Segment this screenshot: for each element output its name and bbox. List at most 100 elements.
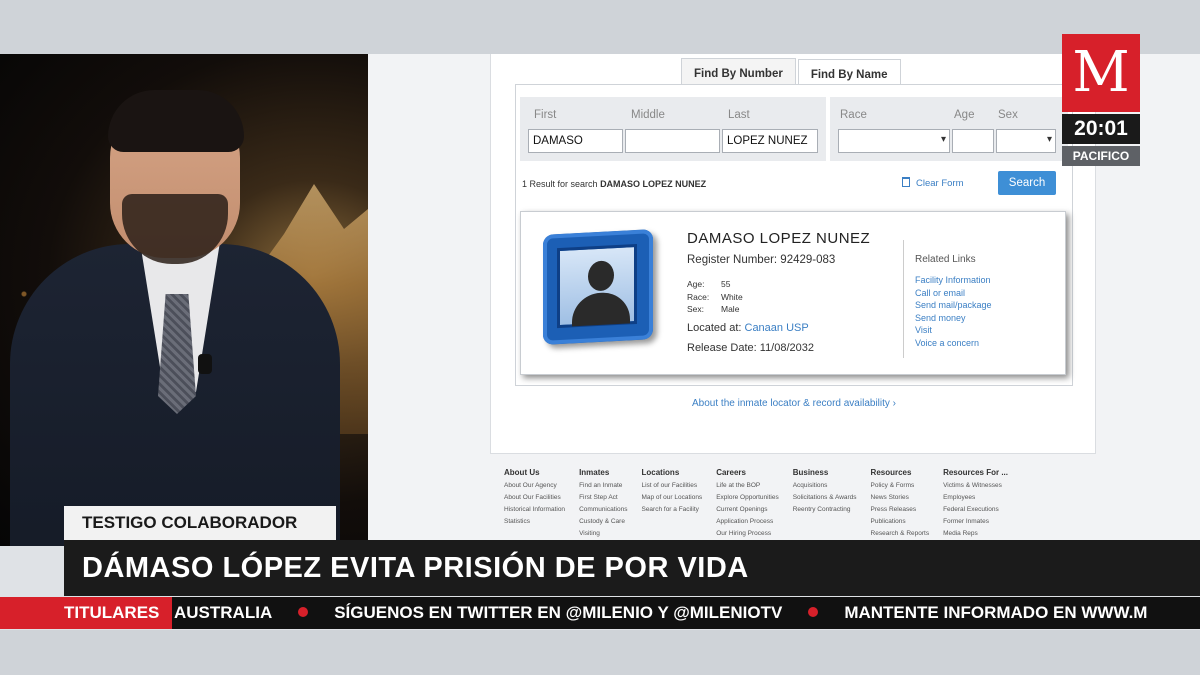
footer-link[interactable]: Communications: [579, 504, 627, 516]
lower-third-label: TESTIGO COLABORADOR: [64, 506, 336, 540]
footer-link[interactable]: Acquisitions: [793, 480, 857, 492]
related-link-visit[interactable]: Visit: [915, 324, 992, 337]
footer-col-locations: Locations List of our Facilities Map of …: [641, 468, 702, 540]
first-label: First: [534, 109, 557, 121]
first-name-input[interactable]: DAMASO: [528, 129, 623, 153]
age-value: 55: [721, 279, 731, 289]
located-label: Located at:: [687, 322, 742, 334]
related-link-send-mail[interactable]: Send mail/package: [915, 299, 992, 312]
footer-link[interactable]: Life at the BOP: [716, 480, 779, 492]
footer-link[interactable]: Federal Executions: [943, 504, 1008, 516]
footer-link[interactable]: Application Process: [716, 516, 779, 528]
sex-label: Sex: [998, 109, 1018, 121]
footer-link[interactable]: News Stories: [871, 492, 930, 504]
sex-select[interactable]: ▾: [996, 129, 1056, 153]
last-label: Last: [728, 109, 750, 121]
footer-link[interactable]: Explore Opportunities: [716, 492, 779, 504]
age-label: Age: [954, 109, 975, 121]
footer-link[interactable]: Policy & Forms: [871, 480, 930, 492]
timezone-label: PACIFICO: [1062, 146, 1140, 166]
facility-link[interactable]: Canaan USP: [745, 322, 809, 334]
footer-heading: Locations: [641, 468, 680, 477]
footer-col-resources-for: Resources For ... Victims & Witnesses Em…: [943, 468, 1008, 540]
bullet-dot-icon: [808, 607, 819, 617]
ticker-label: TITULARES: [0, 597, 172, 629]
footer-link[interactable]: Research & Reports: [871, 528, 930, 540]
footer-link[interactable]: Historical Information: [504, 504, 565, 516]
related-link-call-or-email[interactable]: Call or email: [915, 287, 992, 300]
inmate-details: Age: 55 Race: White Sex: Male: [687, 278, 743, 316]
footer-link[interactable]: Employees: [943, 492, 1008, 504]
footer-link[interactable]: Visiting: [579, 528, 627, 540]
footer-link[interactable]: Search for a Facility: [641, 504, 702, 516]
ticker-item: MANTENTE INFORMADO EN WWW.M: [844, 603, 1148, 622]
search-button[interactable]: Search: [998, 171, 1056, 195]
footer-link[interactable]: Publications: [871, 516, 930, 528]
footer-col-business: Business Acquisitions Solicitations & Aw…: [793, 468, 857, 540]
footer-link[interactable]: List of our Facilities: [641, 480, 702, 492]
name-fields: First Middle Last DAMASO LOPEZ NUNEZ: [520, 97, 826, 161]
search-form: First Middle Last DAMASO LOPEZ NUNEZ Rac…: [515, 84, 1073, 386]
inmate-name: DAMASO LOPEZ NUNEZ: [687, 230, 871, 247]
bottom-band: [0, 630, 1200, 675]
footer-link[interactable]: Media Reps: [943, 528, 1008, 540]
milenio-logo: M: [1062, 34, 1140, 112]
footer-link[interactable]: Map of our Locations: [641, 492, 702, 504]
last-name-input[interactable]: LOPEZ NUNEZ: [722, 129, 818, 153]
footer-col-inmates: Inmates Find an Inmate First Step Act Co…: [579, 468, 627, 540]
footer-link[interactable]: Find an Inmate: [579, 480, 627, 492]
presenter-video: [0, 54, 368, 546]
related-link-facility-information[interactable]: Facility Information: [915, 274, 992, 287]
trash-icon: [902, 177, 910, 187]
footer-link[interactable]: Former Inmates: [943, 516, 1008, 528]
about-inmate-locator-link[interactable]: About the inmate locator & record availa…: [491, 398, 1097, 409]
age-input[interactable]: [952, 129, 994, 153]
footer-heading: Resources: [870, 468, 912, 477]
footer-link[interactable]: About Our Facilities: [504, 492, 565, 504]
related-link-voice-concern[interactable]: Voice a concern: [915, 337, 992, 350]
ticker-item: SÍGUENOS EN TWITTER EN @MILENIO Y @MILEN…: [334, 603, 783, 622]
related-link-send-money[interactable]: Send money: [915, 312, 992, 325]
footer-link[interactable]: Statistics: [504, 516, 565, 528]
results-summary: 1 Result for search DAMASO LOPEZ NUNEZ: [522, 179, 706, 189]
located-at: Located at: Canaan USP: [687, 322, 809, 334]
site-footer: About Us About Our Agency About Our Faci…: [504, 468, 1022, 540]
clear-form-link[interactable]: Clear Form: [902, 177, 964, 189]
footer-link[interactable]: First Step Act: [579, 492, 627, 504]
footer-link[interactable]: Victims & Witnesses: [943, 480, 1008, 492]
footer-heading: Business: [792, 468, 829, 477]
photo-frame: [557, 243, 637, 329]
footer-col-careers: Careers Life at the BOP Explore Opportun…: [716, 468, 779, 540]
footer-link[interactable]: About Our Agency: [504, 480, 565, 492]
chevron-down-icon: ▾: [940, 134, 946, 145]
chevron-down-icon: ▾: [1046, 134, 1052, 145]
inmate-photo-placeholder-icon: [543, 229, 653, 345]
race-select[interactable]: ▾: [838, 129, 950, 153]
footer-col-resources: Resources Policy & Forms News Stories Pr…: [871, 468, 930, 540]
middle-name-input[interactable]: [625, 129, 720, 153]
footer-link[interactable]: Custody & Care: [579, 516, 627, 528]
middle-label: Middle: [631, 109, 665, 121]
footer-heading: Inmates: [579, 468, 610, 477]
ticker-item: AUSTRALIA: [174, 603, 273, 622]
register-number: Register Number: 92429-083: [687, 254, 836, 266]
related-links-list: Facility Information Call or email Send …: [915, 274, 992, 350]
silhouette-body: [572, 291, 630, 327]
sex-key: Sex:: [687, 304, 705, 314]
bullet-dot-icon: [298, 607, 309, 617]
presenter: [0, 54, 368, 546]
footer-link[interactable]: Our Hiring Process: [716, 528, 779, 540]
footer-col-about: About Us About Our Agency About Our Faci…: [504, 468, 565, 540]
footer-link[interactable]: Current Openings: [716, 504, 779, 516]
lower-third-headline: DÁMASO LÓPEZ EVITA PRISIÓN DE POR VIDA: [64, 540, 1200, 596]
ticker-items: AUSTRALIA SÍGUENOS EN TWITTER EN @MILENIO…: [174, 597, 1147, 629]
footer-heading: Resources For ...: [943, 468, 1008, 477]
footer-link[interactable]: Solicitations & Awards: [793, 492, 857, 504]
silhouette-head: [588, 260, 614, 292]
footer-link[interactable]: Reentry Contracting: [793, 504, 857, 516]
sex-value: Male: [721, 304, 740, 314]
race-key: Race:: [687, 291, 710, 302]
footer-link[interactable]: Press Releases: [871, 504, 930, 516]
attribute-fields: Race Age Sex ▾ ▾: [830, 97, 1068, 161]
presenter-hair: [108, 90, 244, 152]
